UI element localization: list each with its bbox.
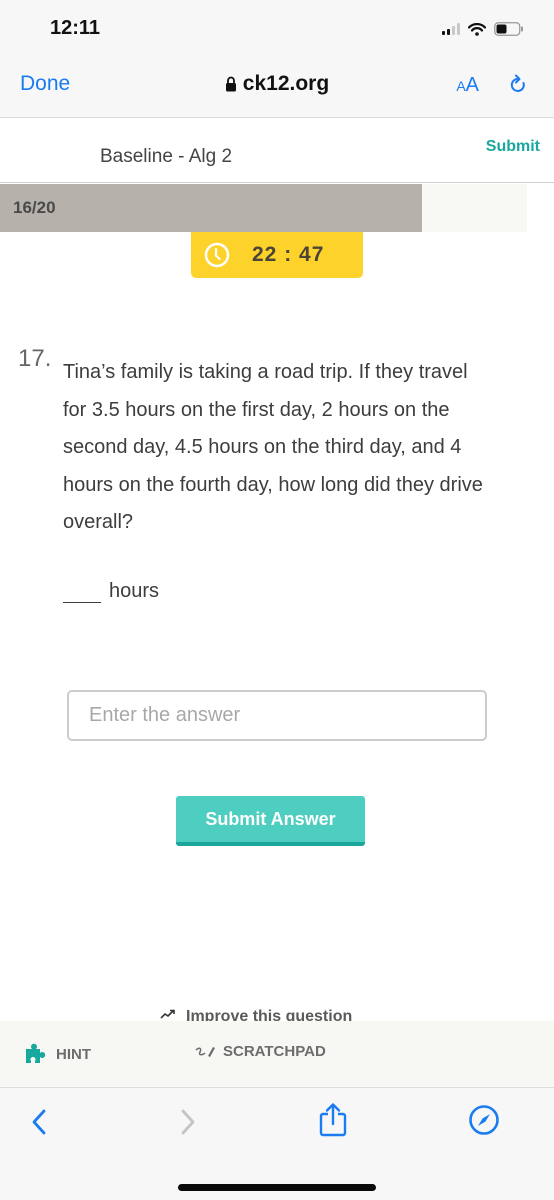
submit-answer-button[interactable]: Submit Answer xyxy=(176,796,365,846)
reload-button[interactable] xyxy=(510,74,528,101)
home-indicator[interactable] xyxy=(178,1184,376,1191)
hint-button[interactable]: HINT xyxy=(24,1043,91,1065)
text-size-big-glyph: A xyxy=(465,74,479,96)
status-bar: 12:11 xyxy=(0,0,554,60)
status-time: 12:11 xyxy=(50,17,101,39)
progress-bar: 16/20 xyxy=(0,184,527,232)
quiz-title: Baseline - Alg 2 xyxy=(100,146,233,167)
share-icon xyxy=(319,1103,347,1137)
progress-fill xyxy=(0,184,422,232)
tools-bar: HINT SCRATCHPAD xyxy=(0,1021,554,1088)
question-text: Tina’s family is taking a road trip. If … xyxy=(63,361,483,533)
clock-icon xyxy=(204,242,230,268)
cellular-signal-icon xyxy=(442,23,460,35)
compass-icon xyxy=(469,1105,499,1135)
browser-toolbar: Done ck12.org AA xyxy=(0,60,554,118)
improve-question-link[interactable]: Improve this question xyxy=(160,1008,352,1022)
timer-text: 22 : 47 xyxy=(252,243,325,266)
pencil-scribble-icon xyxy=(195,1046,215,1057)
url-text: ck12.org xyxy=(242,72,330,95)
answer-blank xyxy=(63,581,101,603)
chevron-left-icon xyxy=(32,1109,46,1135)
improve-label: Improve this question xyxy=(186,1008,353,1022)
safari-button[interactable] xyxy=(468,1104,500,1141)
answer-blank-line: hours xyxy=(63,580,159,603)
share-button[interactable] xyxy=(318,1102,348,1143)
back-button[interactable] xyxy=(28,1108,52,1141)
puzzle-icon xyxy=(26,1043,46,1063)
answer-unit: hours xyxy=(109,580,160,602)
trending-icon xyxy=(160,1009,175,1019)
scratchpad-button[interactable]: SCRATCHPAD xyxy=(195,1043,326,1060)
timer: 22 : 47 xyxy=(191,232,363,278)
progress-label: 16/20 xyxy=(13,198,56,217)
answer-input[interactable] xyxy=(67,690,487,741)
status-icons xyxy=(442,22,524,36)
browser-bottom-toolbar xyxy=(0,1088,554,1200)
submit-quiz-button[interactable]: Submit xyxy=(486,138,540,156)
battery-icon xyxy=(494,22,524,36)
question-number: 17. xyxy=(18,345,52,372)
wifi-icon xyxy=(468,22,486,36)
lock-icon xyxy=(225,76,236,92)
forward-button[interactable] xyxy=(175,1108,199,1141)
text-size-button[interactable]: AA xyxy=(456,74,479,97)
hint-label: HINT xyxy=(56,1045,91,1063)
chevron-right-icon xyxy=(181,1109,195,1135)
text-size-small-glyph: A xyxy=(456,78,466,94)
reload-icon xyxy=(510,74,525,92)
quiz-header: Baseline - Alg 2 Submit xyxy=(0,118,554,183)
scratchpad-label: SCRATCHPAD xyxy=(223,1043,326,1060)
